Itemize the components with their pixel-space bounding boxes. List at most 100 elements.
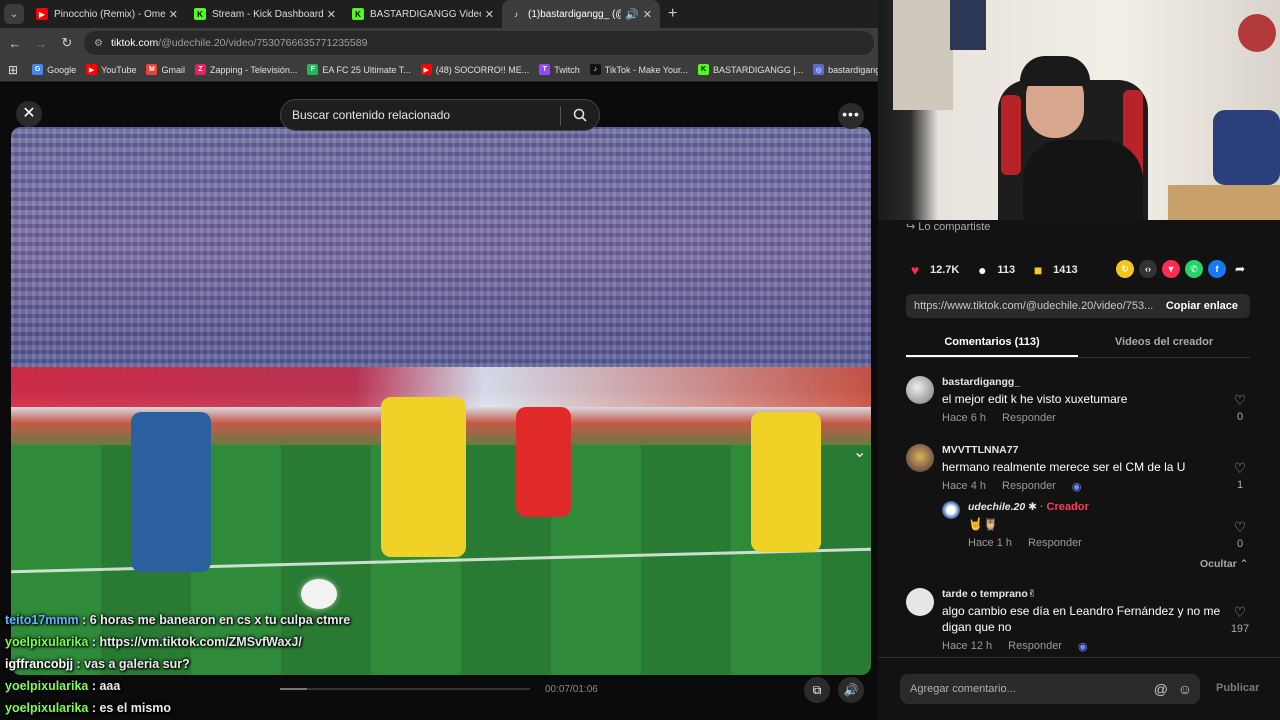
comment-like[interactable]: ♡ 0 <box>1230 392 1250 423</box>
reply-button[interactable]: Responder <box>1028 537 1082 549</box>
bookmark-twitch[interactable]: T Twitch <box>539 64 580 75</box>
pip-icon[interactable]: ⧉ <box>804 677 830 703</box>
add-comment-input[interactable]: Agregar comentario... @ ☺ <box>900 674 1200 704</box>
related-search-input[interactable]: Buscar contenido relacionado <box>280 99 600 131</box>
share-arrow-icon[interactable]: ➦ <box>1231 260 1249 278</box>
like-stat[interactable]: ♥ 12.7K <box>906 261 960 279</box>
repost-icon[interactable]: ↻ <box>1116 260 1134 278</box>
close-tab-icon[interactable]: ✕ <box>169 8 178 21</box>
comment-body: MVVTTLNNA77 hermano realmente merece ser… <box>942 444 1232 493</box>
comment-like[interactable]: ♡ 197 <box>1230 604 1250 635</box>
kick-icon: K <box>697 64 709 75</box>
comment-like-count: 1 <box>1236 479 1244 491</box>
bookmark-kick[interactable]: ◎bastardigangg - Kic... <box>813 64 878 75</box>
avatar[interactable] <box>906 376 934 404</box>
bookmark-tiktok[interactable]: ♪ TikTok - Make Your... <box>589 64 688 75</box>
crowd-background <box>11 127 871 372</box>
comment-stat[interactable]: ● 113 <box>973 261 1015 279</box>
bookmark-eafc[interactable]: F EA FC 25 Ultimate T... <box>307 64 411 75</box>
search-icon[interactable] <box>573 108 587 122</box>
close-tab-icon[interactable]: ✕ <box>643 8 652 21</box>
bookmark-zapping[interactable]: Z Zapping - Televisión... <box>194 64 297 75</box>
video-progress-bar[interactable] <box>280 688 530 690</box>
video-timecode: 00:07/01:06 <box>545 684 598 695</box>
bookmark-bastardigangg[interactable]: K BASTARDIGANGG |... <box>697 64 803 75</box>
bookmark-google[interactable]: G Google <box>32 64 76 75</box>
webcam-sign <box>1238 14 1276 52</box>
browser-tab[interactable]: ▶ Pinocchio (Remix) - Omega El Fe ✕ <box>28 0 186 28</box>
close-button[interactable]: ✕ <box>16 101 42 127</box>
comment-body: tarde o temprano✌ algo cambio ese día en… <box>942 588 1232 653</box>
bookmark-label: Gmail <box>161 64 185 75</box>
tab-search-button[interactable]: ⌄ <box>4 4 24 24</box>
comment-time: Hace 12 h <box>942 640 993 652</box>
volume-icon[interactable]: 🔊 <box>838 677 864 703</box>
address-bar[interactable]: ⚙ tiktok.com/@udechile.20/video/75307666… <box>84 31 874 55</box>
streamer-body <box>1023 140 1143 228</box>
like-count: 12.7K <box>930 264 960 276</box>
bookmark-gmail[interactable]: M Gmail <box>146 64 185 75</box>
comment-tabs: Comentarios (113) Videos del creador <box>906 330 1250 358</box>
chevron-down-icon[interactable]: ⌄ <box>853 442 866 462</box>
facebook-icon[interactable]: f <box>1208 260 1226 278</box>
browser-tab[interactable]: K Stream - Kick Dashboard ✕ <box>186 0 344 28</box>
hide-replies-button[interactable]: Ocultar ⌃ <box>1200 558 1248 570</box>
reply-like[interactable]: ♡ 0 <box>1230 519 1250 550</box>
video-frame[interactable]: ⌄ <box>11 127 871 675</box>
chat-text: es el mismo <box>99 701 172 715</box>
comment-like-count: 0 <box>1236 411 1244 423</box>
browser-tabstrip: ⌄ ▶ Pinocchio (Remix) - Omega El Fe ✕ K … <box>0 0 878 28</box>
tab-creator-videos[interactable]: Videos del creador <box>1078 330 1250 357</box>
reload-icon[interactable]: ↻ <box>56 35 78 51</box>
avatar[interactable] <box>906 444 934 472</box>
comment-like[interactable]: ♡ 1 <box>1230 460 1250 491</box>
mention-icon[interactable]: @ <box>1154 681 1168 697</box>
forward-icon[interactable]: → <box>30 36 52 51</box>
chat-message: igffrancobjj : vas a galeria sur? <box>5 657 190 671</box>
engagement-stats: ♥ 12.7K ● 113 ■ 1413 <box>906 260 1092 280</box>
comment-text: el mejor edit k he visto xuxetumare <box>942 392 1128 406</box>
comment-user[interactable]: tarde o temprano✌ <box>942 588 1232 600</box>
url-host: tiktok.com <box>110 37 159 49</box>
comment-user[interactable]: MVVTTLNNA77 <box>942 444 1232 456</box>
chat-message: yoelpixularika : aaa <box>5 679 121 693</box>
close-tab-icon[interactable]: ✕ <box>485 8 494 21</box>
stream-chat-overlay: teito17mmm : 6 horas me banearon en cs x… <box>5 609 350 719</box>
save-stat[interactable]: ■ 1413 <box>1029 261 1078 279</box>
embed-icon[interactable]: ‹› <box>1139 260 1157 278</box>
comment-item: tarde o temprano✌ algo cambio ese día en… <box>906 588 1250 658</box>
player-blue <box>131 412 211 572</box>
browser-tab-active[interactable]: ♪ (1)bastardigangg_ (@basta 🔊 ✕ <box>502 0 660 28</box>
ball <box>301 579 337 609</box>
comment-user[interactable]: bastardigangg_ <box>942 376 1232 388</box>
emoji-icon[interactable]: ☺ <box>1178 681 1192 697</box>
avatar[interactable] <box>942 501 960 519</box>
reply-user[interactable]: udechile.20 ✱ · Creador <box>968 501 1258 513</box>
more-options-button[interactable]: ••• <box>838 103 864 129</box>
tab-title: BASTARDIGANGG Videos - Wa <box>370 8 481 20</box>
tab-comments[interactable]: Comentarios (113) <box>906 330 1078 357</box>
avatar[interactable] <box>906 588 934 616</box>
bookmark-youtube[interactable]: ▶ YouTube <box>86 64 136 75</box>
reply-button[interactable]: Responder <box>1002 480 1056 493</box>
youtube-icon: ▶ <box>36 8 48 20</box>
publish-button[interactable]: Publicar <box>1216 682 1259 694</box>
speaker-icon[interactable]: 🔊 <box>625 8 639 21</box>
apps-grid-icon[interactable]: ⊞ <box>8 63 18 77</box>
comment-like-count: 197 <box>1230 623 1250 635</box>
whatsapp-icon[interactable]: ✆ <box>1185 260 1203 278</box>
close-tab-icon[interactable]: ✕ <box>327 8 336 21</box>
comment-meta: Hace 4 h Responder ◉ <box>942 480 1232 493</box>
send-to-friends-icon[interactable]: ▼ <box>1162 260 1180 278</box>
browser-tab[interactable]: K BASTARDIGANGG Videos - Wa ✕ <box>344 0 502 28</box>
youtube-icon: ▶ <box>420 64 432 75</box>
back-icon[interactable]: ← <box>4 36 26 51</box>
screen: ⌄ ▶ Pinocchio (Remix) - Omega El Fe ✕ K … <box>0 0 1280 720</box>
reply-button[interactable]: Responder <box>1008 640 1062 653</box>
copy-link-button[interactable]: Copiar enlace <box>1166 300 1238 312</box>
video-link-box[interactable]: https://www.tiktok.com/@udechile.20/vide… <box>906 294 1250 318</box>
site-info-icon[interactable]: ⚙ <box>94 38 103 49</box>
reply-button[interactable]: Responder <box>1002 412 1056 424</box>
new-tab-button[interactable]: + <box>668 0 677 28</box>
bookmark-socorro[interactable]: ▶ (48) SOCORRO!! ME... <box>420 64 529 75</box>
